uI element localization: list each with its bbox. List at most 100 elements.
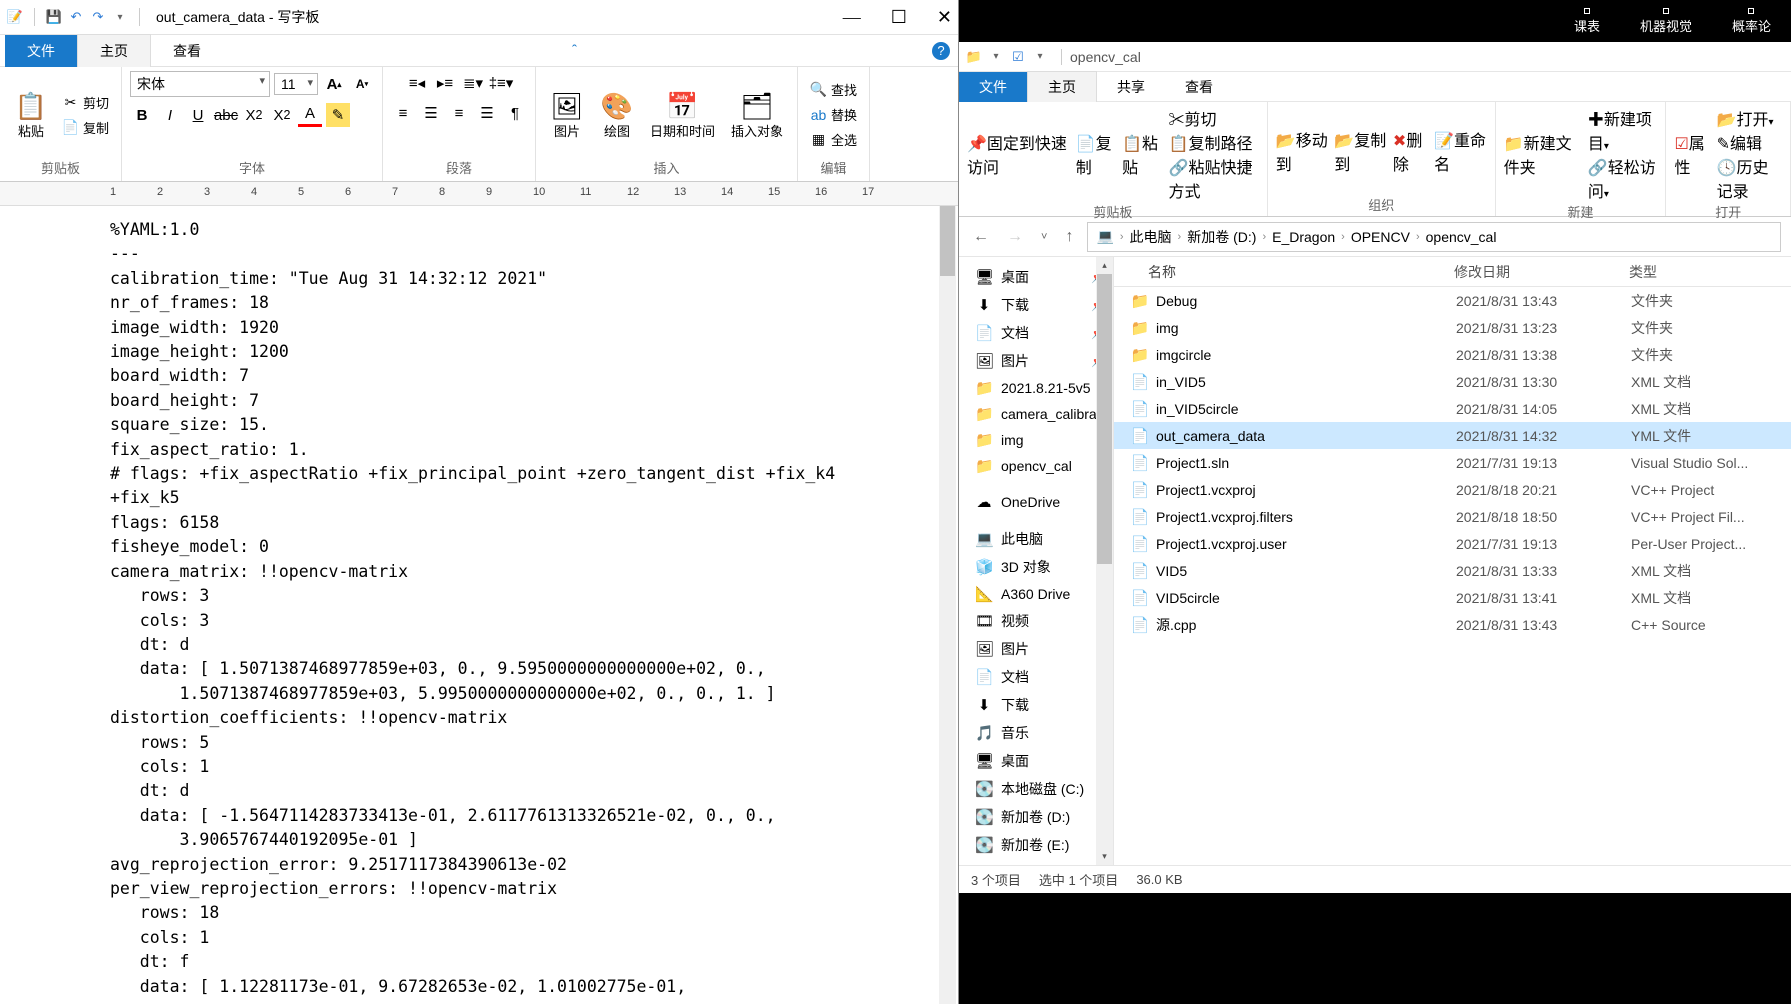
nav-item[interactable]: 📄文档📌 — [959, 319, 1113, 347]
insert-picture-button[interactable]: 🖼图片 — [544, 87, 590, 141]
tab-file[interactable]: 文件 — [5, 35, 77, 67]
easy-access-button[interactable]: 🔗轻松访问▾ — [1588, 154, 1658, 202]
edit-button[interactable]: ✎编辑 — [1717, 130, 1782, 154]
align-center-icon[interactable]: ☰ — [419, 101, 443, 125]
list-icon[interactable]: ≣▾ — [461, 71, 485, 95]
paragraph-settings-icon[interactable]: ¶ — [503, 101, 527, 125]
grow-font-icon[interactable]: A▴ — [322, 72, 346, 96]
nav-item[interactable]: 📁2021.8.21-5v5 — [959, 375, 1113, 401]
nav-item[interactable]: ☁OneDrive — [959, 489, 1113, 515]
nav-fwd-button[interactable]: → — [1003, 226, 1027, 248]
font-color-button[interactable]: A — [298, 103, 322, 127]
font-size-select[interactable]: 11 — [274, 73, 318, 95]
selectall-button[interactable]: ▦全选 — [806, 129, 861, 150]
newitem-button[interactable]: ✚新建项目▾ — [1588, 106, 1658, 154]
file-row[interactable]: 📁imgcircle2021/8/31 13:38文件夹 — [1114, 341, 1791, 368]
nav-scrollbar[interactable]: ▴ ▾ — [1096, 257, 1113, 865]
newfolder-button[interactable]: 📁新建文件夹 — [1504, 130, 1582, 178]
align-left-icon[interactable]: ≡ — [391, 101, 415, 125]
nav-item[interactable]: 🖥桌面 — [959, 747, 1113, 775]
indent-dec-icon[interactable]: ≡◂ — [405, 71, 429, 95]
line-spacing-icon[interactable]: ‡≡▾ — [489, 71, 513, 95]
tab-home[interactable]: 主页 — [77, 34, 151, 67]
ex-cut-button[interactable]: ✂剪切 — [1169, 106, 1259, 130]
insert-draw-button[interactable]: 🎨绘图 — [594, 87, 640, 141]
file-row[interactable]: 📄out_camera_data2021/8/31 14:32YML 文件 — [1114, 422, 1791, 449]
wordpad-document-area[interactable]: %YAML:1.0 --- calibration_time: "Tue Aug… — [0, 206, 958, 1004]
nav-up-button[interactable]: ↑ — [1061, 226, 1077, 248]
nav-item[interactable]: 🧊3D 对象 — [959, 553, 1113, 581]
wordpad-ruler[interactable]: 1234567891011121314151617 — [0, 182, 958, 206]
nav-item[interactable]: ⬇下载 — [959, 691, 1113, 719]
wordpad-scrollbar[interactable] — [939, 206, 956, 1004]
shrink-font-icon[interactable]: A▾ — [350, 72, 374, 96]
tab-view[interactable]: 查看 — [151, 35, 223, 67]
italic-button[interactable]: I — [158, 103, 182, 127]
cut-button[interactable]: ✂剪切 — [58, 92, 113, 113]
nav-item[interactable]: 💽本地磁盘 (C:) — [959, 775, 1113, 803]
ex-tab-home[interactable]: 主页 — [1027, 71, 1097, 102]
highlight-button[interactable]: ✎ — [326, 103, 350, 127]
indent-inc-icon[interactable]: ▸≡ — [433, 71, 457, 95]
pin-button[interactable]: 📌固定到快速访问 — [967, 130, 1070, 178]
nav-item[interactable]: 🎵音乐 — [959, 719, 1113, 747]
maximize-button[interactable]: ☐ — [891, 7, 907, 28]
align-right-icon[interactable]: ≡ — [447, 101, 471, 125]
ex-copy-button[interactable]: 📄复制 — [1076, 130, 1116, 178]
nav-back-button[interactable]: ← — [969, 226, 993, 248]
scroll-up-icon[interactable]: ▴ — [1096, 257, 1113, 274]
underline-button[interactable]: U — [186, 103, 210, 127]
open-button[interactable]: 📂打开▾ — [1717, 106, 1782, 130]
nav-item[interactable]: 🖼图片📌 — [959, 347, 1113, 375]
font-family-select[interactable]: 宋体 — [130, 71, 270, 97]
moveto-button[interactable]: 📂移动到 — [1276, 127, 1329, 175]
superscript-button[interactable]: X2 — [270, 103, 294, 127]
nav-item[interactable]: 📁opencv_cal — [959, 453, 1113, 479]
col-date[interactable]: 修改日期 — [1444, 262, 1619, 282]
nav-item[interactable]: ⬇下载📌 — [959, 291, 1113, 319]
history-button[interactable]: 🕓历史记录 — [1717, 154, 1782, 202]
nav-item[interactable]: 🖥桌面📌 — [959, 263, 1113, 291]
properties-button[interactable]: ☑属性 — [1674, 130, 1710, 178]
file-row[interactable]: 📄Project1.vcxproj.filters2021/8/18 18:50… — [1114, 503, 1791, 530]
insert-datetime-button[interactable]: 📅日期和时间 — [644, 87, 721, 141]
breadcrumb[interactable]: 💻› 此电脑›新加卷 (D:)›E_Dragon›OPENCV›opencv_c… — [1087, 222, 1781, 252]
col-name[interactable]: 名称 — [1114, 262, 1444, 282]
bold-button[interactable]: B — [130, 103, 154, 127]
tab-probability[interactable]: 概率论 — [1732, 8, 1771, 35]
file-row[interactable]: 📄VID52021/8/31 13:33XML 文档 — [1114, 557, 1791, 584]
file-row[interactable]: 📄Project1.sln2021/7/31 19:13Visual Studi… — [1114, 449, 1791, 476]
nav-item[interactable]: 💽新加卷 (D:) — [959, 803, 1113, 831]
copyto-button[interactable]: 📂复制到 — [1334, 127, 1387, 175]
nav-item[interactable]: 📁img — [959, 427, 1113, 453]
qat-more-icon[interactable]: ▾ — [987, 48, 1005, 66]
explorer-nav-pane[interactable]: 🖥桌面📌⬇下载📌📄文档📌🖼图片📌📁2021.8.21-5v5📁camera_ca… — [959, 257, 1114, 865]
ex-paste-button[interactable]: 📋粘贴 — [1122, 130, 1162, 178]
paste-shortcut-button[interactable]: 🔗粘贴快捷方式 — [1169, 154, 1259, 202]
nav-item[interactable]: 📄文档 — [959, 663, 1113, 691]
file-row[interactable]: 📁img2021/8/31 13:23文件夹 — [1114, 314, 1791, 341]
paste-button[interactable]: 📋 粘贴 — [8, 87, 54, 141]
breadcrumb-segment[interactable]: OPENCV — [1351, 229, 1410, 245]
ex-tab-file[interactable]: 文件 — [959, 72, 1027, 102]
scroll-down-icon[interactable]: ▾ — [1096, 848, 1113, 865]
close-button[interactable]: ✕ — [937, 7, 952, 28]
ribbon-collapse-icon[interactable]: ˆ — [572, 42, 577, 59]
qat-dd-icon[interactable]: ▾ — [1031, 48, 1049, 66]
scrollbar-thumb[interactable] — [940, 206, 955, 276]
file-row[interactable]: 📁Debug2021/8/31 13:43文件夹 — [1114, 287, 1791, 314]
redo-icon[interactable]: ↷ — [89, 8, 107, 26]
copy-button[interactable]: 📄复制 — [58, 117, 113, 138]
copy-path-button[interactable]: 📋复制路径 — [1169, 130, 1259, 154]
rename-button[interactable]: 📝重命名 — [1434, 127, 1487, 175]
minimize-button[interactable]: — — [843, 7, 861, 28]
breadcrumb-segment[interactable]: opencv_cal — [1426, 229, 1497, 245]
nav-item[interactable]: 💻此电脑 — [959, 525, 1113, 553]
align-justify-icon[interactable]: ☰ — [475, 101, 499, 125]
nav-item[interactable]: 📐A360 Drive — [959, 581, 1113, 607]
breadcrumb-segment[interactable]: E_Dragon — [1272, 229, 1335, 245]
file-row[interactable]: 📄Project1.vcxproj.user2021/7/31 19:13Per… — [1114, 530, 1791, 557]
tab-coursetable[interactable]: 课表 — [1574, 8, 1600, 35]
file-row[interactable]: 📄in_VID52021/8/31 13:30XML 文档 — [1114, 368, 1791, 395]
undo-icon[interactable]: ↶ — [67, 8, 85, 26]
